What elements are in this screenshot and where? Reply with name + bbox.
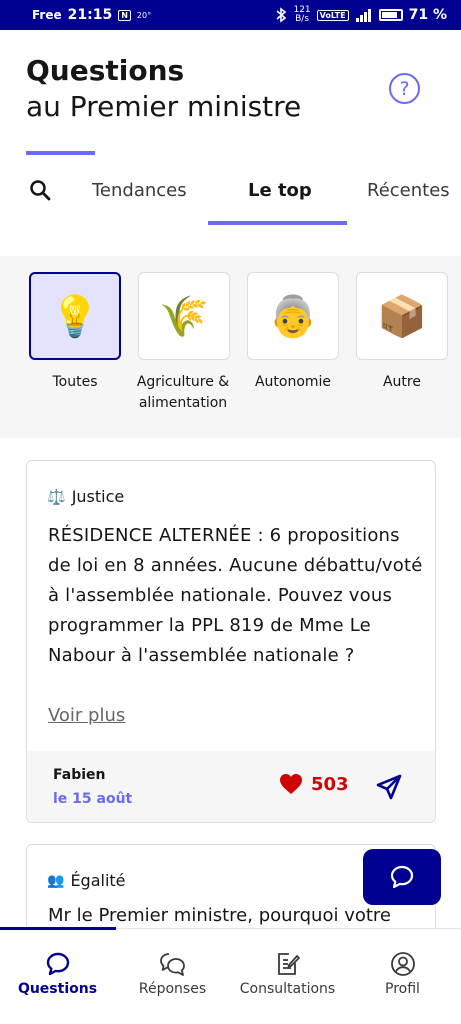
network-speed: 121 B/s [293,5,311,24]
nav-consultations[interactable]: Consultations [230,951,345,997]
scales-icon: ⚖️ [47,487,66,506]
help-button[interactable]: ? [389,73,420,104]
temperature: 20° [136,10,152,20]
voir-plus-link[interactable]: Voir plus [48,705,125,726]
category-label: Autonomie [254,374,332,390]
question-tag: 👥 Égalité [47,871,126,890]
tab-recentes[interactable]: Récentes [367,180,450,201]
nav-label: Consultations [239,981,336,997]
page-subtitle: au Premier ministre [26,90,302,123]
old-woman-icon: 👵 [268,293,318,340]
nav-questions[interactable]: Questions [0,951,115,997]
battery-icon [378,9,403,21]
question-circle-icon: ? [399,77,410,100]
bottom-navigation: Questions Réponses Consultations Profil [0,927,461,1024]
rice-icon: 🌾 [159,293,209,340]
tab-tendances[interactable]: Tendances [92,180,187,201]
question-date: le 15 août [53,791,133,807]
category-label: Agriculture & alimentation [136,374,230,411]
search-icon[interactable] [28,178,52,202]
active-tab-indicator [208,221,347,225]
nav-label: Réponses [138,981,207,997]
status-bar: Free 21:15 N 20° 121 B/s VoLTE 71 % [0,0,461,30]
ask-question-button[interactable] [363,849,441,905]
page-title: Questions [26,54,185,87]
edit-document-icon [277,953,300,975]
question-text: Mr le Premier ministre, pourquoi votre [48,905,392,926]
question-tag: ⚖️ Justice [47,487,124,506]
like-button[interactable]: 503 [279,773,349,795]
question-tag-label: Justice [71,487,125,506]
share-send-icon[interactable] [375,773,403,801]
carrier-label: Free [32,8,62,22]
volte-icon: VoLTE [316,9,349,21]
chat-bubble-icon [46,952,69,976]
category-autonomie-button[interactable]: 👵 [247,272,339,360]
nav-reponses[interactable]: Réponses [115,951,230,997]
tab-le-top[interactable]: Le top [248,180,312,201]
category-label: Toutes [52,374,98,390]
category-label: Autre [382,374,421,390]
active-nav-indicator [0,927,116,930]
category-autre-button[interactable]: 📦 [356,272,448,360]
nav-profil[interactable]: Profil [345,951,460,997]
lightbulb-icon: 💡 [50,293,100,340]
question-author: Fabien [53,767,106,783]
nav-label: Questions [17,981,98,997]
nav-label: Profil [385,981,420,997]
bluetooth-icon [276,7,287,23]
people-icon: 👥 [47,872,65,889]
clock: 21:15 [67,7,113,23]
question-tag-label: Égalité [70,871,126,890]
chat-bubbles-icon [159,953,185,976]
question-text: RÉSIDENCE ALTERNÉE : 6 propositions de l… [48,525,423,666]
category-agriculture-button[interactable]: 🌾 [138,272,230,360]
nfc-icon: N [118,9,131,21]
category-toutes-button[interactable]: 💡 [29,272,121,360]
package-icon: 📦 [377,293,427,340]
like-count: 503 [311,773,349,795]
battery-level: 71 % [408,7,447,23]
signal-icon [355,9,371,22]
user-circle-icon [390,952,415,976]
heart-icon [280,774,302,794]
question-card[interactable]: ⚖️ Justice RÉSIDENCE ALTERNÉE : 6 propos… [26,460,436,823]
chat-bubble-icon [390,865,414,889]
title-accent-bar [26,151,95,155]
question-card-footer: Fabien le 15 août 503 [27,751,435,822]
